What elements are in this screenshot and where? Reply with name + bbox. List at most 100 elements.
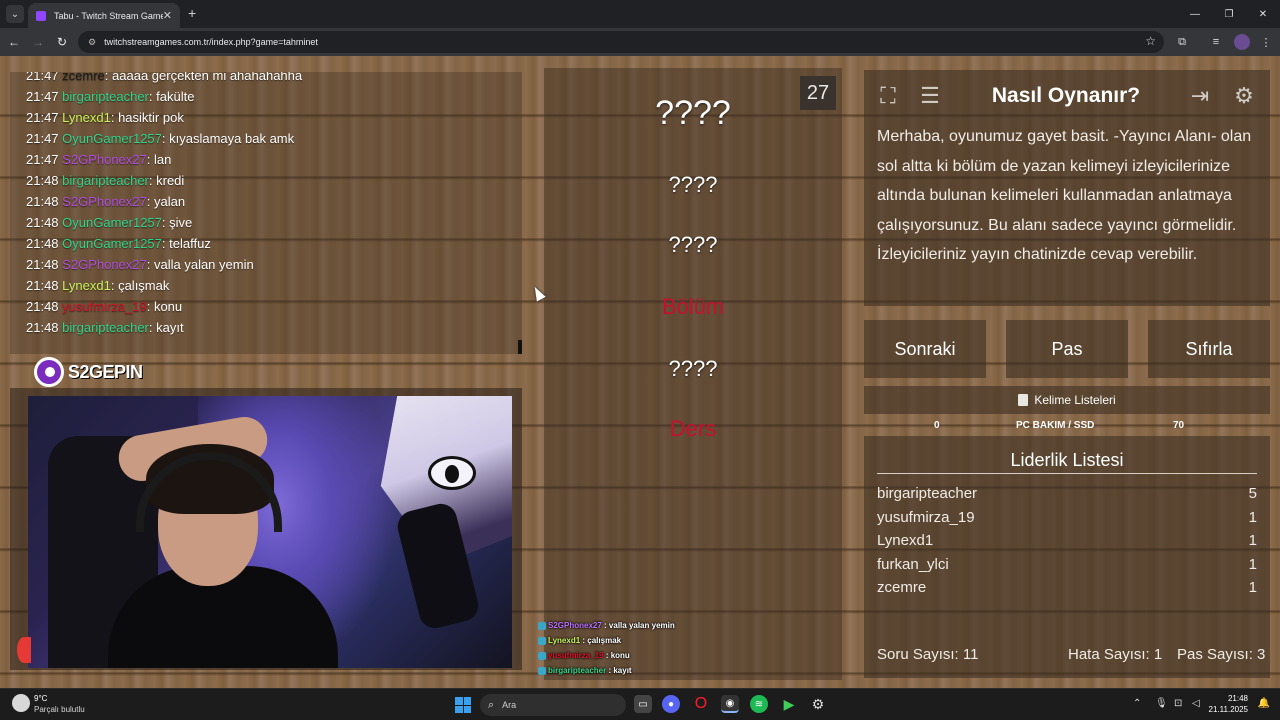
leaderboard-row: birgaripteacher 5: [877, 485, 1257, 507]
chat-message: 21:48 S2GPhonex27: yalan: [26, 194, 186, 209]
question-count: Soru Sayısı: 11: [877, 646, 979, 663]
start-windows-icon[interactable]: [455, 697, 471, 713]
mic-tray-icon[interactable]: 🎙: [1155, 698, 1168, 709]
next-button[interactable]: Sonraki: [864, 320, 986, 378]
leader-name: yusufmirza_19: [877, 508, 975, 526]
logo-eye-icon: [34, 357, 64, 387]
menu-kebab-icon[interactable]: ⋮: [1258, 34, 1274, 50]
taboo-word: Ders: [669, 416, 717, 441]
chat-username[interactable]: Lynexd1: [62, 278, 111, 293]
chat-message: 21:48 birgaripteacher: kayıt: [26, 320, 184, 335]
spotify-icon[interactable]: ≋: [750, 695, 768, 713]
bookmark-star-icon[interactable]: ☆: [1145, 34, 1156, 48]
chat-time: 21:47: [26, 152, 59, 167]
launcher-icon[interactable]: ▶: [780, 695, 798, 713]
chat-time: 21:48: [26, 194, 59, 209]
fullscreen-icon[interactable]: ⛶: [870, 78, 906, 114]
chat-text: telaffuz: [169, 236, 211, 251]
close-window-icon[interactable]: ✕: [1246, 0, 1280, 28]
extensions-icon[interactable]: ⧉: [1174, 34, 1190, 50]
chat-username[interactable]: birgaripteacher: [62, 320, 149, 335]
chat-time: 21:48: [26, 320, 59, 335]
weather-desc: Parçalı bulutlu: [34, 705, 85, 714]
pass-button[interactable]: Pas: [1006, 320, 1128, 378]
chat-time: 21:47: [26, 131, 59, 146]
browser-tab[interactable]: Tabu - Twitch Stream Games ✕: [28, 3, 180, 28]
weather-cloud-icon[interactable]: [12, 694, 30, 712]
chat-message: 21:47 zcemre: aaaaa gerçekten mi ahahaha…: [26, 72, 302, 83]
reload-icon[interactable]: ↻: [54, 34, 70, 50]
chat-message: 21:48 Lynexd1: çalışmak: [26, 278, 170, 293]
chrome-icon[interactable]: ◉: [721, 695, 739, 713]
settings-gear-icon[interactable]: ⚙: [1226, 78, 1262, 114]
chat-message: 21:48 S2GPhonex27: valla yalan yemin: [26, 257, 254, 272]
chat-message: 21:47 S2GPhonex27: lan: [26, 152, 172, 167]
opera-icon[interactable]: O: [692, 695, 710, 713]
tray-expand-icon[interactable]: ⌃: [1133, 698, 1141, 709]
tab-search-button[interactable]: ⌄: [6, 5, 24, 23]
mini-chat-message: yusufmirza_19 : konu: [538, 648, 738, 663]
new-tab-button[interactable]: +: [188, 5, 196, 21]
app-gear-icon[interactable]: ⚙: [809, 695, 827, 713]
leaderboard-row: Lynexd1 1: [877, 532, 1257, 554]
network-icon[interactable]: ⊡: [1174, 698, 1182, 709]
chat-badge-icon: [538, 666, 546, 675]
chat-username[interactable]: S2GPhonex27: [62, 194, 147, 209]
wall-art-eye-icon: [428, 456, 476, 490]
chat-username[interactable]: yusufmirza_19: [62, 299, 147, 314]
chat-username[interactable]: OyunGamer1257: [62, 215, 162, 230]
volume-icon[interactable]: ◁: [1192, 698, 1200, 709]
chat-time: 21:47: [26, 72, 59, 83]
leader-score: 1: [1248, 508, 1257, 526]
chat-username[interactable]: Lynexd1: [62, 110, 111, 125]
taskbar-search[interactable]: ⌕ Ara: [480, 694, 626, 716]
address-bar[interactable]: ⚙ twitchstreamgames.com.tr/index.php?gam…: [78, 31, 1164, 53]
how-to-title: Nasıl Oynanır?: [991, 84, 1141, 107]
word-lists-button[interactable]: Kelime Listeleri: [864, 386, 1270, 414]
chat-username[interactable]: OyunGamer1257: [62, 236, 162, 251]
chat-username[interactable]: S2GPhonex27: [62, 152, 147, 167]
back-icon[interactable]: ←: [6, 34, 22, 50]
forward-icon[interactable]: →: [30, 34, 46, 50]
active-word-list[interactable]: 0 PC BAKIM / SSD 70: [864, 418, 1270, 434]
reset-button[interactable]: Sıfırla: [1148, 320, 1270, 378]
minimize-icon[interactable]: —: [1178, 0, 1212, 28]
site-info-icon[interactable]: ⚙: [88, 37, 96, 48]
chat-message: 21:47 Lynexd1: hasiktir pok: [26, 110, 184, 125]
notification-bell-icon[interactable]: 🔔: [1258, 698, 1270, 709]
chat-message: 21:48 yusufmirza_19: konu: [26, 299, 183, 314]
chat-time: 21:48: [26, 257, 59, 272]
chat-username[interactable]: OyunGamer1257: [62, 131, 162, 146]
tab-close-icon[interactable]: ✕: [163, 9, 172, 22]
game-page: 21:47 zcemre: aaaaa gerçekten mi ahahaha…: [0, 56, 1280, 688]
clock-date[interactable]: 21.11.2025: [1209, 705, 1248, 714]
chat-username[interactable]: birgaripteacher: [62, 173, 149, 188]
mini-chat-message: birgaripteacher : kayıt: [538, 663, 738, 678]
chat-message: 21:47 birgaripteacher: fakülte: [26, 89, 195, 104]
tab-title: Tabu - Twitch Stream Games: [54, 10, 163, 21]
webcam-video: [28, 396, 512, 668]
windows-taskbar: 9°C Parçalı bulutlu ⌕ Ara ▭ ● O ◉ ≋ ▶ ⚙ …: [0, 688, 1280, 720]
mini-chat-text: konu: [610, 651, 630, 660]
chat-username[interactable]: S2GPhonex27: [62, 257, 147, 272]
chat-username[interactable]: birgaripteacher: [62, 89, 149, 104]
error-count: Hata Sayısı: 1: [1068, 646, 1163, 663]
clock-time[interactable]: 21:48: [1228, 694, 1248, 703]
restore-icon[interactable]: ❐: [1212, 0, 1246, 28]
pass-count: Pas Sayısı: 3: [1177, 646, 1266, 663]
browser-tabbar: ⌄ Tabu - Twitch Stream Games ✕ + — ❐ ✕: [0, 0, 1280, 28]
mini-chat-message: Lynexd1 : çalışmak: [538, 633, 738, 648]
leader-name: birgaripteacher: [877, 485, 978, 502]
chat-username[interactable]: zcemre: [62, 72, 105, 83]
weather-temp: 9°C: [34, 694, 48, 703]
task-view-icon[interactable]: ▭: [634, 695, 652, 713]
discord-icon[interactable]: ●: [662, 695, 680, 713]
media-icon[interactable]: ≡: [1208, 34, 1224, 50]
chat-text: kayıt: [156, 320, 184, 335]
profile-avatar-icon[interactable]: [1234, 34, 1250, 50]
chat-message: 21:48 birgaripteacher: kredi: [26, 173, 185, 188]
taboo-word: ????: [668, 356, 718, 381]
notes-icon[interactable]: ☰: [912, 78, 948, 114]
logout-icon[interactable]: ⇥: [1182, 78, 1218, 114]
chat-scrollbar[interactable]: [518, 340, 522, 354]
